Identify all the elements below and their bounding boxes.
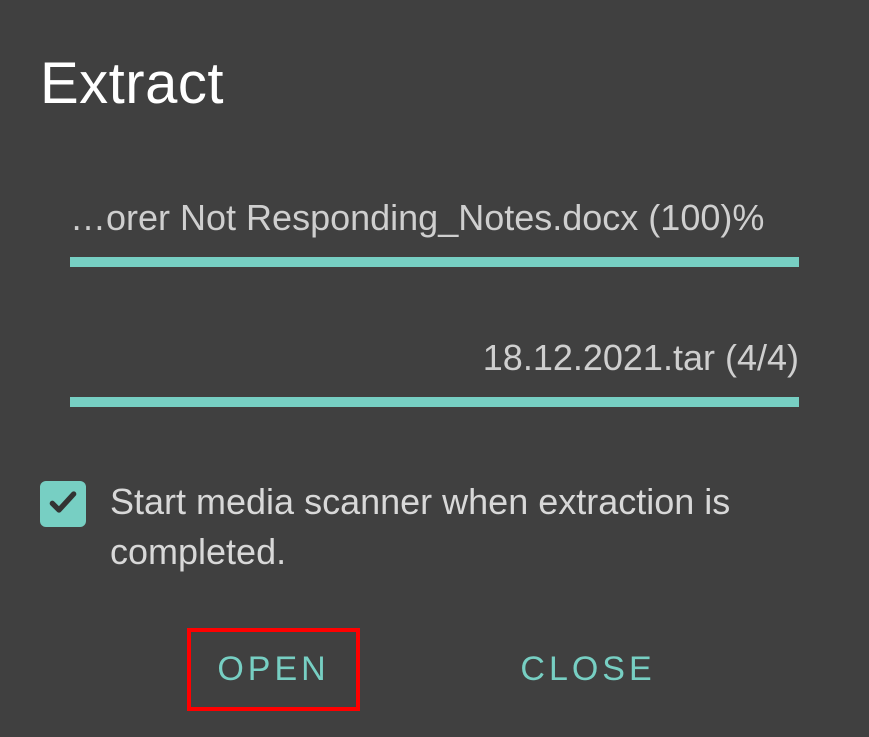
file-progress-label: …orer Not Responding_Notes.docx (100)% [70,197,799,239]
archive-progress-section: 18.12.2021.tar (4/4) [40,337,829,407]
archive-progress-label: 18.12.2021.tar (4/4) [70,337,799,379]
extract-dialog: Extract …orer Not Responding_Notes.docx … [0,0,869,737]
dialog-title: Extract [40,50,829,117]
media-scanner-label: Start media scanner when extraction is c… [110,477,829,578]
file-progress-section: …orer Not Responding_Notes.docx (100)% [40,197,829,267]
close-button[interactable]: CLOSE [494,632,681,707]
checkmark-icon [47,486,79,523]
archive-progress-bar [70,397,799,407]
media-scanner-checkbox[interactable] [40,481,86,527]
file-progress-bar [70,257,799,267]
media-scanner-checkbox-row[interactable]: Start media scanner when extraction is c… [40,477,829,578]
dialog-button-row: OPEN CLOSE [40,628,829,711]
open-button[interactable]: OPEN [187,628,359,711]
